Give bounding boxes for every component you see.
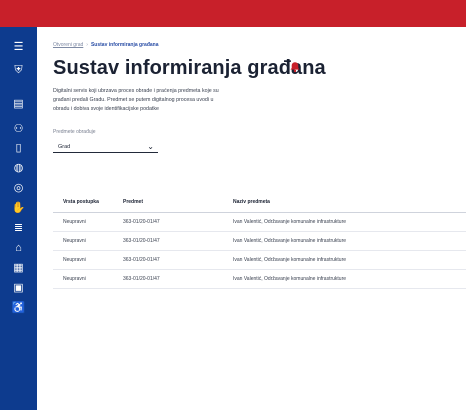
building-icon[interactable]: ⌂ <box>9 241 28 255</box>
bell-icon[interactable] <box>289 61 303 75</box>
file-icon[interactable]: ▯ <box>9 141 28 155</box>
column-header-case[interactable]: Predmet <box>123 192 143 212</box>
description-line: Digitalni servis koji ubrzava proces obr… <box>53 88 219 94</box>
breadcrumb-current: Sustav informiranja građana <box>90 42 159 48</box>
globe-icon[interactable]: ◍ <box>9 161 28 175</box>
people-icon[interactable]: ⚇ <box>9 122 28 136</box>
table-header-row: Vrsta postupka Predmet Naziv predmeta <box>53 192 466 213</box>
description-line: građani predali Gradu. Predmet se putem … <box>53 97 214 103</box>
breadcrumb: Otvoreni grad › Sustav informiranja građan… <box>53 42 159 48</box>
cell-case-name: Ivan Valentić, Održavanje komunalne infr… <box>233 257 347 263</box>
cases-table: Vrsta postupka Predmet Naziv predmeta Ne… <box>53 192 466 289</box>
calendar-icon[interactable]: ▣ <box>9 281 28 295</box>
description-line: obradu i dobiva svoje identifikacijske p… <box>53 106 160 112</box>
accessibility-icon[interactable]: ♿ <box>9 301 28 315</box>
cell-case-number: 363-01/20-01/47 <box>123 257 160 263</box>
cell-case-name: Ivan Valentić, Održavanje komunalne infr… <box>233 276 347 282</box>
processor-select-value: Grad <box>58 143 71 150</box>
cell-procedure-type: Neupravni <box>63 276 86 282</box>
breadcrumb-separator: › <box>86 42 88 48</box>
bell-icon-svg <box>290 62 300 73</box>
table-row[interactable]: Neupravni 363-01/20-01/47 Ivan Valentić,… <box>53 232 466 251</box>
cell-procedure-type: Neupravni <box>63 238 86 244</box>
main-content: Otvoreni grad › Sustav informiranja građan… <box>53 27 466 410</box>
compass-icon[interactable]: ◎ <box>9 181 28 195</box>
page-description: Digitalni servis koji ubrzava proces obr… <box>53 87 263 114</box>
cell-procedure-type: Neupravni <box>63 219 86 225</box>
column-header-case-name[interactable]: Naziv predmeta <box>233 192 270 212</box>
column-header-procedure-type[interactable]: Vrsta postupka <box>63 192 99 212</box>
sidebar: ☰ ⛨ ▤ ⚇ ▯ ◍ ◎ ✋ ≣ ⌂ ▦ ▣ ♿ <box>0 27 37 410</box>
processor-select[interactable]: Grad ⌄ <box>53 141 158 153</box>
page-title: Sustav informiranja građana <box>53 57 326 79</box>
cell-case-name: Ivan Valentić, Održavanje komunalne infr… <box>233 219 347 225</box>
hand-icon[interactable]: ✋ <box>9 201 28 215</box>
top-header-bar <box>0 0 466 27</box>
cell-procedure-type: Neupravni <box>63 257 86 263</box>
filter-label: Predmete obrađuje <box>53 129 96 135</box>
cell-case-number: 363-01/20-01/47 <box>123 238 160 244</box>
crest-icon[interactable]: ⛨ <box>9 63 28 77</box>
chevron-down-icon: ⌄ <box>147 141 154 151</box>
archive-icon[interactable]: ▦ <box>9 261 28 275</box>
cell-case-number: 363-01/20-01/47 <box>123 219 160 225</box>
document-icon[interactable]: ▤ <box>9 97 28 111</box>
table-row[interactable]: Neupravni 363-01/20-01/47 Ivan Valentić,… <box>53 270 466 289</box>
list-icon[interactable]: ≣ <box>9 221 28 235</box>
table-row[interactable]: Neupravni 363-01/20-01/47 Ivan Valentić,… <box>53 213 466 232</box>
breadcrumb-home-link[interactable]: Otvoreni grad <box>53 42 83 48</box>
table-row[interactable]: Neupravni 363-01/20-01/47 Ivan Valentić,… <box>53 251 466 270</box>
cell-case-name: Ivan Valentić, Održavanje komunalne infr… <box>233 238 347 244</box>
menu-icon[interactable]: ☰ <box>9 40 28 54</box>
cell-case-number: 363-01/20-01/47 <box>123 276 160 282</box>
